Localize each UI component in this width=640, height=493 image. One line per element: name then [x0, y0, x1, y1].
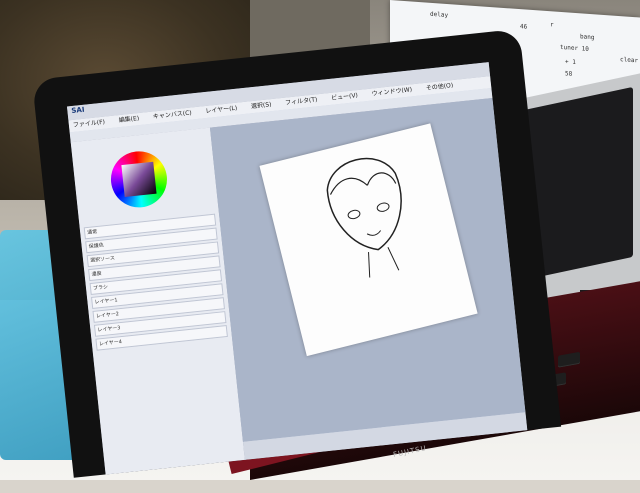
- proj-item: delay: [430, 10, 449, 20]
- canvas-area[interactable]: [209, 97, 526, 442]
- proj-item: + 1: [565, 58, 576, 66]
- photo-scene: delay 46 r bang tuner 10 clear + 1 58 SA…: [0, 0, 640, 480]
- laptop-lid: SAI ファイル(F) 編集(E) キャンバス(C) レイヤー(L) 選択(S)…: [32, 28, 562, 478]
- proj-item: tuner 10: [560, 43, 589, 53]
- panel-list: 通常 保護色 選択ソース 濃度 ブラシ レイヤー1 レイヤー2 レイヤー3 レイ…: [80, 211, 233, 353]
- proj-item: 58: [565, 70, 573, 78]
- color-square[interactable]: [121, 161, 157, 197]
- proj-item: clear: [620, 56, 639, 65]
- menu-edit[interactable]: 編集(E): [114, 113, 139, 125]
- proj-item: bang: [580, 33, 595, 42]
- app-logo: SAI: [71, 105, 85, 116]
- color-wheel[interactable]: [108, 148, 170, 211]
- laptop-screen: SAI ファイル(F) 編集(E) キャンバス(C) レイヤー(L) 選択(S)…: [66, 62, 528, 475]
- sketch-drawing: [326, 157, 402, 278]
- menu-view[interactable]: ビュー(V): [327, 90, 358, 102]
- proj-item: r: [550, 21, 554, 29]
- proj-item: 46: [520, 23, 528, 31]
- menu-select[interactable]: 選択(S): [246, 99, 272, 111]
- drawing-canvas[interactable]: [259, 123, 478, 357]
- key[interactable]: [558, 351, 580, 368]
- menu-other[interactable]: その他(O): [421, 80, 454, 92]
